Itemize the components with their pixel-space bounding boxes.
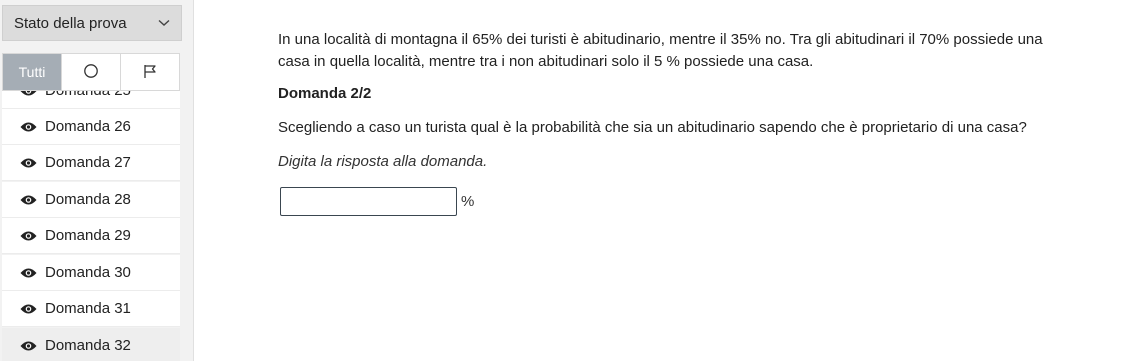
question-title: Domanda 2/2 bbox=[278, 85, 372, 102]
circle-icon bbox=[83, 63, 99, 82]
answer-row: % bbox=[280, 187, 474, 216]
list-item[interactable]: Domanda 27 bbox=[2, 145, 180, 181]
list-item[interactable]: Domanda 25 bbox=[2, 91, 180, 109]
list-item[interactable]: Domanda 28 bbox=[2, 182, 180, 218]
list-item[interactable]: Domanda 32 bbox=[2, 328, 180, 361]
answer-input[interactable] bbox=[280, 187, 457, 216]
tab-all[interactable]: Tutti bbox=[3, 54, 62, 90]
eye-icon bbox=[20, 121, 37, 133]
question-label: Domanda 27 bbox=[45, 154, 131, 171]
question-label: Domanda 30 bbox=[45, 264, 131, 281]
question-intro: In una località di montagna il 65% dei t… bbox=[278, 31, 1043, 70]
eye-icon bbox=[20, 194, 37, 206]
eye-icon bbox=[20, 157, 37, 169]
tab-unanswered[interactable] bbox=[62, 54, 121, 90]
exam-status-label: Stato della prova bbox=[14, 14, 127, 32]
tab-all-label: Tutti bbox=[18, 64, 46, 80]
exam-status-dropdown[interactable]: Stato della prova bbox=[2, 5, 182, 41]
list-item[interactable]: Domanda 29 bbox=[2, 218, 180, 254]
eye-icon bbox=[20, 91, 37, 97]
question-filter-tabs: Tutti bbox=[2, 53, 180, 91]
eye-icon bbox=[20, 303, 37, 315]
question-list: Domanda 25 Domanda 26 Domanda 27 Domanda… bbox=[2, 91, 180, 361]
question-text: Scegliendo a caso un turista qual è la p… bbox=[278, 119, 1027, 136]
question-label: Domanda 28 bbox=[45, 191, 131, 208]
eye-icon bbox=[20, 340, 37, 352]
answer-instruction: Digita la risposta alla domanda. bbox=[278, 153, 488, 170]
tab-flagged[interactable] bbox=[121, 54, 179, 90]
list-item[interactable]: Domanda 26 bbox=[2, 109, 180, 145]
flag-icon bbox=[142, 63, 158, 82]
question-label: Domanda 26 bbox=[45, 118, 131, 135]
list-item[interactable]: Domanda 30 bbox=[2, 255, 180, 291]
question-label: Domanda 31 bbox=[45, 300, 131, 317]
eye-icon bbox=[20, 267, 37, 279]
sidebar: Stato della prova Tutti Domanda 25 bbox=[0, 0, 194, 361]
answer-unit: % bbox=[461, 193, 475, 210]
question-label: Domanda 29 bbox=[45, 227, 131, 244]
chevron-down-icon bbox=[157, 16, 171, 30]
eye-icon bbox=[20, 230, 37, 242]
question-label: Domanda 25 bbox=[45, 91, 131, 99]
question-label: Domanda 32 bbox=[45, 337, 131, 354]
list-item[interactable]: Domanda 31 bbox=[2, 291, 180, 327]
